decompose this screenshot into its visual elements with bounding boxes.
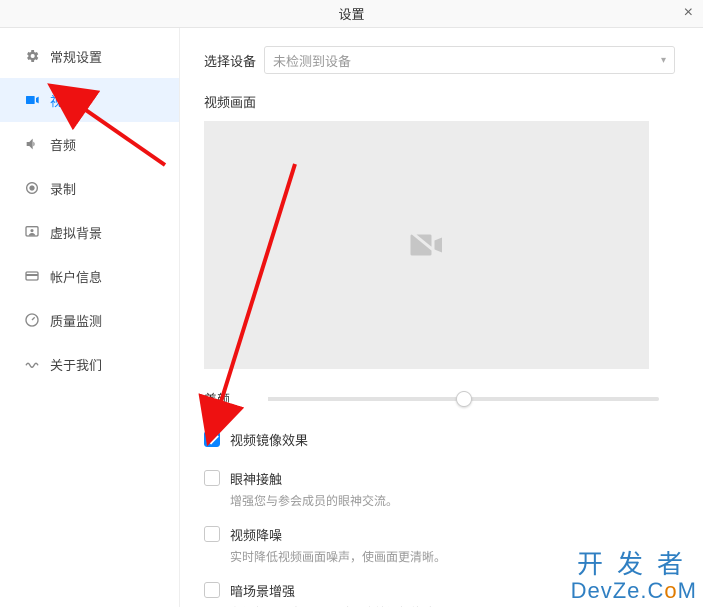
option-desc: 增强您与参会成员的眼神交流。 <box>230 492 398 509</box>
device-row: 选择设备 未检测到设备 ▾ <box>204 46 675 74</box>
sidebar-item-virtual-background[interactable]: 虚拟背景 <box>0 210 179 254</box>
speaker-icon <box>24 136 40 152</box>
option-label: 眼神接触 <box>230 469 398 488</box>
checkbox-eye-contact[interactable] <box>204 470 220 486</box>
sidebar-item-label: 帐户信息 <box>50 267 102 286</box>
sidebar-item-account[interactable]: 帐户信息 <box>0 254 179 298</box>
chevron-down-icon: ▾ <box>661 55 666 66</box>
sidebar-item-quality[interactable]: 质量监测 <box>0 298 179 342</box>
sidebar-item-label: 质量监测 <box>50 311 102 330</box>
wave-icon <box>24 356 40 372</box>
option-eye-contact: 眼神接触 增强您与参会成员的眼神交流。 <box>204 469 675 509</box>
sidebar-item-label: 虚拟背景 <box>50 223 102 242</box>
option-lowlight: 暗场景增强 在视频场景光照不足时，改善视频体验。 <box>204 581 675 607</box>
option-label: 视频镜像效果 <box>230 430 308 449</box>
option-desc: 实时降低视频画面噪声，使画面更清晰。 <box>230 548 446 565</box>
device-selected-value: 未检测到设备 <box>273 51 351 70</box>
sidebar-item-label: 视频 <box>50 91 76 110</box>
beauty-slider[interactable] <box>268 397 659 401</box>
close-icon[interactable]: × <box>684 4 693 22</box>
option-mirror: 视频镜像效果 <box>204 430 675 453</box>
main-panel: 选择设备 未检测到设备 ▾ 视频画面 美颜 视频镜像效果 <box>180 28 703 607</box>
slider-thumb[interactable] <box>456 391 472 407</box>
preview-label: 视频画面 <box>204 92 675 111</box>
sidebar-item-about[interactable]: 关于我们 <box>0 342 179 386</box>
camera-off-icon <box>409 230 445 260</box>
device-label: 选择设备 <box>204 51 264 70</box>
sidebar-item-general[interactable]: 常规设置 <box>0 34 179 78</box>
video-icon <box>24 92 40 108</box>
sidebar-item-audio[interactable]: 音频 <box>0 122 179 166</box>
video-preview <box>204 121 649 369</box>
sidebar-item-video[interactable]: 视频 <box>0 78 179 122</box>
titlebar: 设置 × <box>0 0 703 28</box>
option-denoise: 视频降噪 实时降低视频画面噪声，使画面更清晰。 <box>204 525 675 565</box>
sidebar-item-label: 关于我们 <box>50 355 102 374</box>
device-select[interactable]: 未检测到设备 ▾ <box>264 46 675 74</box>
beauty-slider-row: 美颜 <box>204 389 675 408</box>
beauty-label: 美颜 <box>204 389 244 408</box>
option-label: 暗场景增强 <box>230 581 446 600</box>
checkbox-denoise[interactable] <box>204 526 220 542</box>
sidebar-item-label: 音频 <box>50 135 76 154</box>
checkbox-mirror[interactable] <box>204 431 220 447</box>
card-icon <box>24 268 40 284</box>
person-icon <box>24 224 40 240</box>
window-title: 设置 <box>338 4 364 23</box>
sidebar-item-record[interactable]: 录制 <box>0 166 179 210</box>
sidebar-item-label: 常规设置 <box>50 47 102 66</box>
gauge-icon <box>24 312 40 328</box>
sidebar-item-label: 录制 <box>50 179 76 198</box>
sidebar: 常规设置 视频 音频 录制 虚拟背景 <box>0 28 180 607</box>
record-icon <box>24 180 40 196</box>
gear-icon <box>24 48 40 64</box>
checkbox-lowlight[interactable] <box>204 582 220 598</box>
option-label: 视频降噪 <box>230 525 446 544</box>
